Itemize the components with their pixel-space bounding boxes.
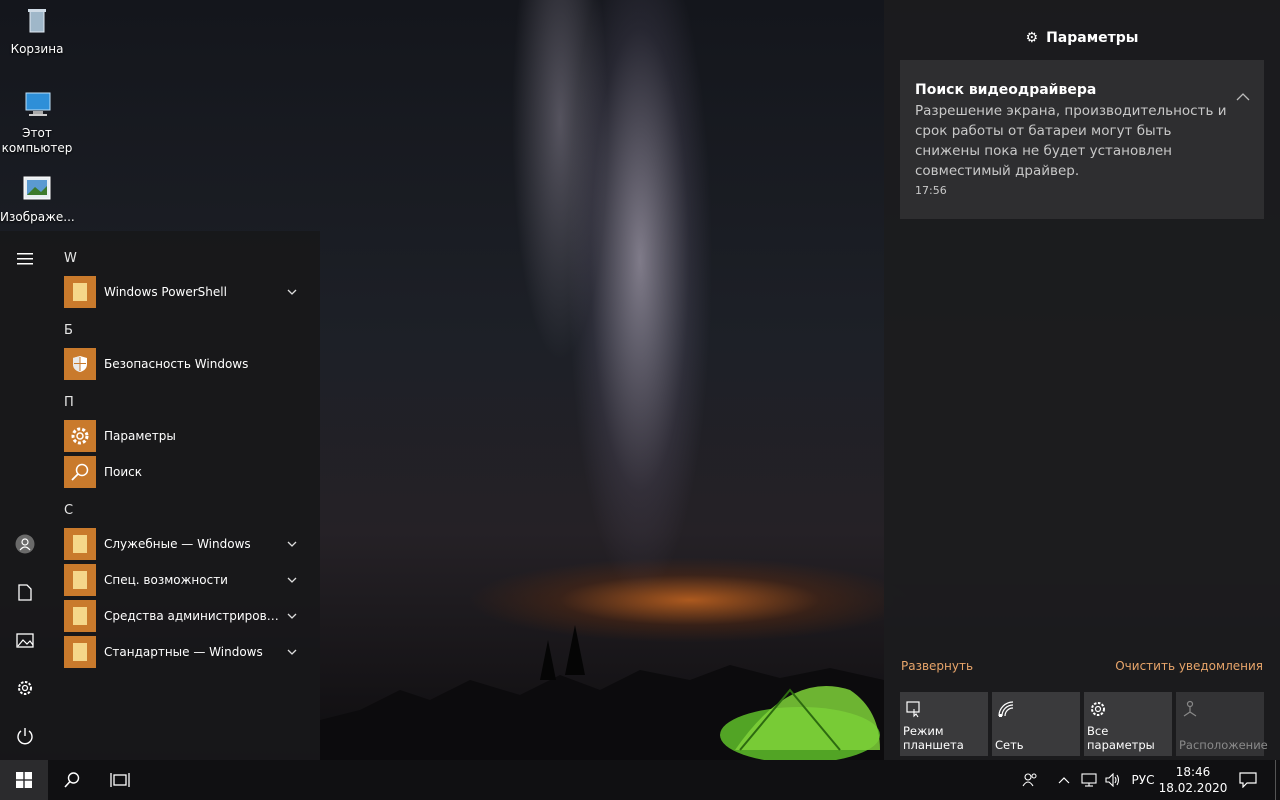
app-settings[interactable]: Параметры — [64, 420, 304, 452]
section-letter[interactable]: С — [64, 503, 73, 518]
app-label: Поиск — [104, 465, 143, 479]
quick-action-tablet-mode[interactable]: Режим планшета — [900, 692, 988, 756]
show-desktop-button[interactable] — [1275, 760, 1280, 800]
app-windows-powershell[interactable]: Windows PowerShell — [64, 276, 304, 308]
action-center: ⚙ Параметры Поиск видеодрайвера Разрешени… — [884, 0, 1280, 760]
app-label: Средства администрирования... — [104, 609, 280, 623]
clock-date: 18.02.2020 — [1158, 781, 1228, 795]
notification-card[interactable]: Поиск видеодрайвера Разрешение экрана, п… — [900, 60, 1264, 219]
quick-action-label: Режим планшета — [903, 724, 964, 752]
chevron-down-icon[interactable] — [284, 644, 300, 660]
desktop-icon-images[interactable]: Изображе... — [0, 174, 75, 225]
search-icon — [64, 456, 96, 488]
documents-icon[interactable] — [13, 580, 37, 604]
image-file-icon — [23, 176, 51, 200]
desktop-icon-this-pc[interactable]: Этот компьютер — [0, 90, 74, 156]
tablet-mode-icon — [906, 701, 920, 718]
app-folder-accessories[interactable]: Стандартные — Windows — [64, 636, 304, 668]
app-label: Спец. возможности — [104, 573, 228, 587]
folder-icon — [64, 564, 96, 596]
chevron-up-icon[interactable] — [1236, 92, 1250, 102]
gear-icon: ⚙ — [1025, 30, 1039, 46]
notification-title: Поиск видеодрайвера — [915, 82, 1097, 98]
chevron-down-icon[interactable] — [284, 284, 300, 300]
action-center-button[interactable] — [1228, 760, 1268, 800]
section-letter[interactable]: W — [64, 251, 77, 266]
user-icon[interactable] — [13, 532, 37, 556]
power-icon[interactable] — [13, 724, 37, 748]
quick-action-label: Все параметры — [1087, 724, 1155, 752]
network-icon — [998, 701, 1014, 717]
people-icon — [1022, 773, 1037, 787]
chevron-down-icon[interactable] — [284, 572, 300, 588]
clock-time: 18:46 — [1175, 765, 1211, 779]
action-center-header[interactable]: ⚙ Параметры — [884, 30, 1280, 46]
taskbar: РУС 18:46 18.02.2020 — [0, 760, 1280, 800]
app-search[interactable]: Поиск — [64, 456, 304, 488]
taskbar-search-button[interactable] — [48, 760, 96, 800]
desktop-icon-recycle-bin[interactable]: Корзина — [0, 6, 74, 57]
quick-action-network[interactable]: Сеть — [992, 692, 1080, 756]
quick-action-location[interactable]: Расположение — [1176, 692, 1268, 756]
notification-body: Разрешение экрана, производительность и … — [915, 103, 1227, 179]
section-letter[interactable]: П — [64, 395, 74, 410]
network-tray-button[interactable] — [1078, 760, 1100, 800]
folder-icon — [64, 600, 96, 632]
input-language-button[interactable]: РУС — [1126, 760, 1160, 800]
pictures-icon[interactable] — [13, 628, 37, 652]
chevron-down-icon[interactable] — [284, 608, 300, 624]
volume-button[interactable] — [1102, 760, 1124, 800]
app-folder-system-tools[interactable]: Служебные — Windows — [64, 528, 304, 560]
app-label: Безопасность Windows — [104, 357, 249, 371]
app-folder-admin-tools[interactable]: Средства администрирования... — [64, 600, 304, 632]
folder-icon — [64, 528, 96, 560]
clear-notifications-link[interactable]: Очистить уведомления — [1115, 659, 1263, 673]
chevron-up-icon — [1058, 777, 1070, 784]
app-label: Windows PowerShell — [104, 285, 227, 299]
settings-icon — [1091, 702, 1105, 716]
start-rail — [0, 231, 50, 760]
notification-icon — [1239, 772, 1257, 788]
settings-icon[interactable] — [13, 676, 37, 700]
desktop-icon-label: Корзина — [10, 42, 64, 56]
location-icon — [1183, 700, 1197, 717]
desktop-icon-label: Изображе... — [0, 210, 75, 224]
expand-link[interactable]: Развернуть — [901, 659, 973, 673]
start-menu: W Windows PowerShell Б Безопасность Wind… — [0, 231, 320, 760]
people-button[interactable] — [1016, 760, 1044, 800]
recycle-bin-icon — [28, 9, 46, 33]
search-icon — [64, 772, 80, 788]
task-view-button[interactable] — [96, 760, 144, 800]
app-label: Параметры — [104, 429, 176, 443]
section-letter[interactable]: Б — [64, 323, 73, 338]
action-center-title: Параметры — [1046, 30, 1139, 46]
start-button[interactable] — [0, 760, 48, 800]
desktop-icon-label: Этот компьютер — [1, 126, 73, 155]
windows-logo-icon — [16, 772, 32, 788]
shield-icon — [64, 348, 96, 380]
show-hidden-icons-button[interactable] — [1054, 760, 1074, 800]
clock[interactable]: 18:46 18.02.2020 — [1159, 760, 1228, 800]
app-label: Служебные — Windows — [104, 537, 251, 551]
task-view-icon — [110, 773, 130, 787]
volume-icon — [1105, 773, 1120, 787]
app-label: Стандартные — Windows — [104, 645, 263, 659]
computer-icon — [25, 92, 51, 116]
quick-action-label: Сеть — [995, 738, 1024, 752]
network-wired-icon — [1081, 773, 1097, 787]
app-windows-security[interactable]: Безопасность Windows — [64, 348, 304, 380]
app-folder-accessibility[interactable]: Спец. возможности — [64, 564, 304, 596]
chevron-down-icon[interactable] — [284, 536, 300, 552]
hamburger-icon[interactable] — [13, 247, 37, 271]
notification-time: 17:56 — [915, 184, 947, 197]
folder-icon — [64, 276, 96, 308]
folder-icon — [64, 636, 96, 668]
gear-icon — [64, 420, 96, 452]
quick-action-label: Расположение — [1179, 738, 1268, 752]
quick-action-all-settings[interactable]: Все параметры — [1084, 692, 1172, 756]
